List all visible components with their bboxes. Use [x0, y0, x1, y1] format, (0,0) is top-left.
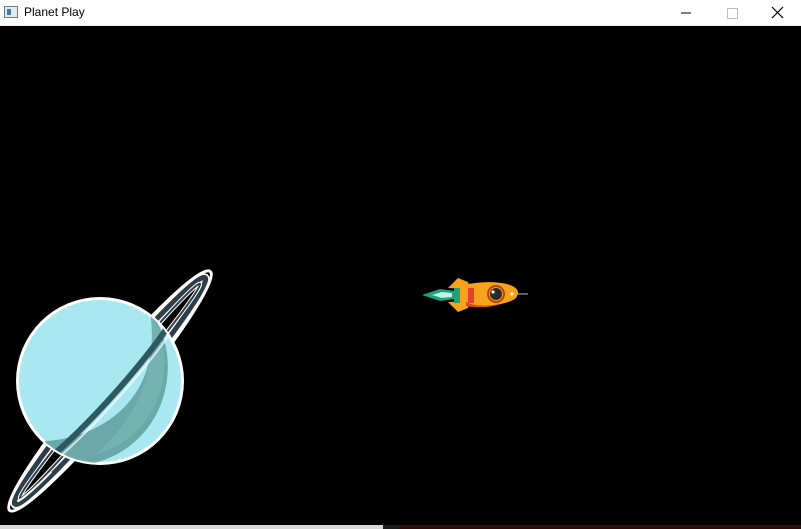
rocket-sprite [422, 278, 528, 312]
window-bottom-border [0, 525, 801, 529]
scrollbar-track [0, 525, 383, 529]
minimize-button[interactable] [663, 0, 709, 26]
close-icon [771, 6, 784, 19]
maximize-button[interactable] [709, 0, 755, 26]
title-bar[interactable]: Planet Play [0, 0, 801, 26]
maximize-icon [727, 8, 738, 19]
game-window: Planet Play [0, 0, 801, 529]
minimize-icon [681, 12, 691, 14]
window-title: Planet Play [24, 5, 85, 19]
app-icon [4, 6, 18, 18]
game-canvas[interactable] [0, 26, 801, 526]
close-button[interactable] [755, 0, 801, 26]
